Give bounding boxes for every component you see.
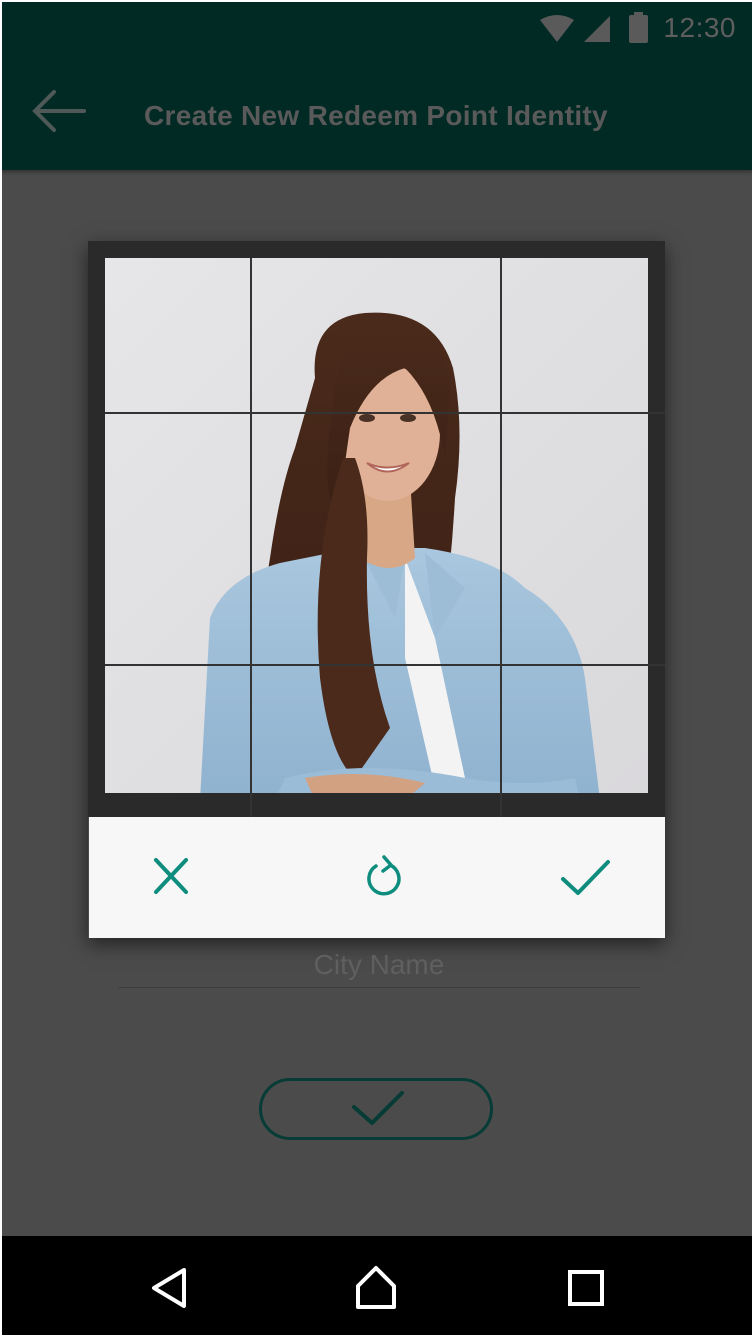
app-bar: 12:30 Create New Redeem Point Identity bbox=[0, 0, 754, 170]
rotate-button[interactable] bbox=[354, 847, 414, 907]
image-cropper-dialog bbox=[88, 241, 665, 938]
status-bar: 12:30 bbox=[0, 0, 754, 60]
navigation-bar bbox=[0, 1236, 754, 1337]
grid-line-vertical bbox=[500, 258, 502, 817]
phone-screen: 12:30 Create New Redeem Point Identity bbox=[0, 0, 754, 1337]
nav-back-icon bbox=[152, 1268, 186, 1308]
grid-line-horizontal bbox=[105, 412, 665, 414]
arrow-back-icon bbox=[32, 90, 86, 132]
wifi-icon bbox=[540, 15, 574, 42]
crop-area[interactable] bbox=[105, 258, 648, 800]
submit-button[interactable] bbox=[259, 1078, 493, 1140]
nav-recents-icon bbox=[568, 1270, 604, 1306]
portrait-photo bbox=[105, 258, 648, 800]
back-button[interactable] bbox=[30, 88, 90, 136]
check-icon bbox=[561, 860, 610, 895]
crop-frame bbox=[88, 241, 665, 817]
nav-back-button[interactable] bbox=[146, 1264, 194, 1312]
status-time: 12:30 bbox=[663, 12, 736, 43]
nav-home-icon bbox=[356, 1266, 396, 1309]
cell-signal-icon bbox=[584, 16, 610, 42]
battery-icon bbox=[629, 12, 648, 43]
status-icons bbox=[540, 12, 648, 43]
grid-line-vertical bbox=[250, 258, 252, 817]
city-name-input[interactable] bbox=[118, 943, 640, 988]
close-icon bbox=[154, 858, 188, 894]
check-icon bbox=[352, 1091, 404, 1125]
nav-home-button[interactable] bbox=[352, 1264, 400, 1312]
confirm-crop-button[interactable] bbox=[555, 847, 615, 907]
grid-line-horizontal bbox=[105, 664, 665, 666]
rotate-icon bbox=[367, 855, 401, 896]
cancel-crop-button[interactable] bbox=[141, 847, 201, 907]
crop-actions-bar bbox=[89, 817, 665, 938]
nav-recents-button[interactable] bbox=[562, 1264, 610, 1312]
page-title: Create New Redeem Point Identity bbox=[144, 100, 608, 131]
